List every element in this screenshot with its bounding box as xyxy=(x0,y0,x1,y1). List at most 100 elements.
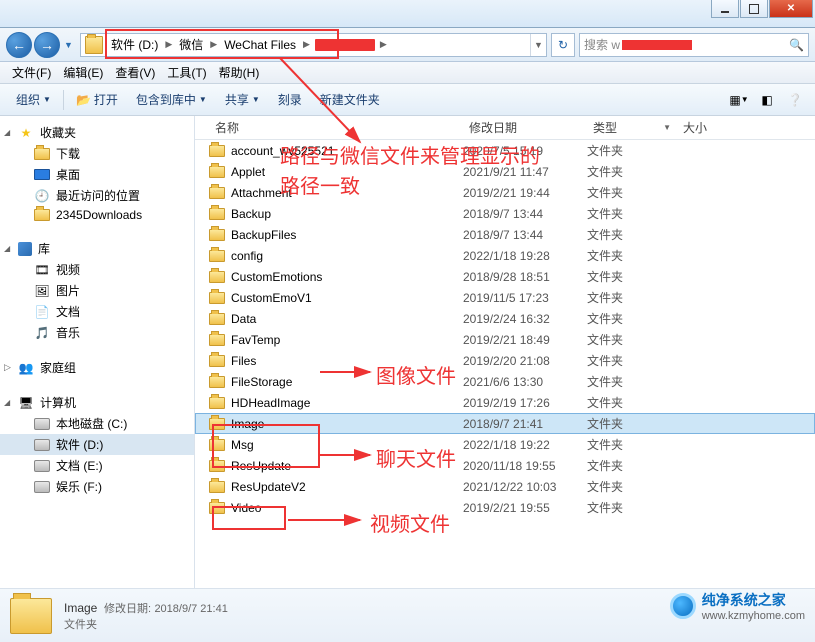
file-date: 2018/9/7 13:44 xyxy=(463,207,587,221)
nav-documents[interactable]: 📄文档 xyxy=(0,301,194,322)
file-date: 2021/12/22 10:03 xyxy=(463,480,587,494)
file-row[interactable]: ResUpdateV22021/12/22 10:03文件夹 xyxy=(195,476,815,497)
file-date: 2019/2/21 19:44 xyxy=(463,186,587,200)
details-name: Image xyxy=(64,601,97,615)
file-row[interactable]: Files2019/2/20 21:08文件夹 xyxy=(195,350,815,371)
star-icon: ★ xyxy=(18,125,34,141)
file-row[interactable]: Image2018/9/7 21:41文件夹 xyxy=(195,413,815,434)
column-date[interactable]: 修改日期 xyxy=(463,119,587,136)
menu-file[interactable]: 文件(F) xyxy=(6,64,57,81)
file-row[interactable]: Video2019/2/21 19:55文件夹 xyxy=(195,497,815,518)
nav-downloads[interactable]: 下载 xyxy=(0,143,194,164)
back-button[interactable]: ← xyxy=(6,32,32,58)
folder-icon xyxy=(209,460,225,472)
file-name: Data xyxy=(231,312,256,326)
help-button[interactable]: ❔ xyxy=(783,89,807,111)
close-button[interactable] xyxy=(769,0,813,18)
nav-pictures[interactable]: 🖼图片 xyxy=(0,280,194,301)
history-dropdown[interactable]: ▼ xyxy=(62,40,76,50)
menu-tools[interactable]: 工具(T) xyxy=(161,64,212,81)
disk-icon xyxy=(34,481,50,493)
burn-button[interactable]: 刻录 xyxy=(270,88,310,112)
file-row[interactable]: Backup2018/9/7 13:44文件夹 xyxy=(195,203,815,224)
file-row[interactable]: Data2019/2/24 16:32文件夹 xyxy=(195,308,815,329)
file-date: 2022/1/18 19:22 xyxy=(463,438,587,452)
file-date: 2020/11/18 19:55 xyxy=(463,459,587,473)
redacted-text xyxy=(622,40,692,50)
nav-desktop[interactable]: 桌面 xyxy=(0,164,194,185)
nav-drive-e[interactable]: 文档 (E:) xyxy=(0,455,194,476)
navigation-pane[interactable]: ★收藏夹 下载 桌面 🕘最近访问的位置 2345Downloads 库 🎞视频 … xyxy=(0,116,195,588)
file-row[interactable]: FileStorage2021/6/6 13:30文件夹 xyxy=(195,371,815,392)
file-name: Files xyxy=(231,354,256,368)
nav-drive-c[interactable]: 本地磁盘 (C:) xyxy=(0,413,194,434)
watermark-logo xyxy=(670,593,696,619)
picture-icon: 🖼 xyxy=(34,283,50,299)
details-text: Image 修改日期: 2018/9/7 21:41 文件夹 xyxy=(64,600,228,632)
file-row[interactable]: FavTemp2019/2/21 18:49文件夹 xyxy=(195,329,815,350)
breadcrumb-item[interactable]: 微信 xyxy=(175,34,207,56)
file-name: Msg xyxy=(231,438,254,452)
address-dropdown[interactable]: ▼ xyxy=(530,34,546,56)
file-type: 文件夹 xyxy=(587,184,677,201)
nav-music[interactable]: 🎵音乐 xyxy=(0,322,194,343)
folder-icon-large xyxy=(10,598,52,634)
nav-drive-f[interactable]: 娱乐 (F:) xyxy=(0,476,194,497)
nav-2345downloads[interactable]: 2345Downloads xyxy=(0,206,194,224)
file-type: 文件夹 xyxy=(587,457,677,474)
folder-icon xyxy=(209,166,225,178)
file-type: 文件夹 xyxy=(587,226,677,243)
nav-favorites-header[interactable]: ★收藏夹 xyxy=(0,122,194,143)
new-folder-button[interactable]: 新建文件夹 xyxy=(312,88,388,112)
chevron-right-icon[interactable]: ▶ xyxy=(300,39,313,50)
chevron-right-icon[interactable]: ▶ xyxy=(207,39,220,50)
watermark: 纯净系统之家 www.kzmyhome.com xyxy=(670,590,805,622)
breadcrumb-bar[interactable]: 软件 (D:)▶ 微信▶ WeChat Files▶ ▶ ▼ xyxy=(80,33,547,57)
file-row[interactable]: CustomEmotions2018/9/28 18:51文件夹 xyxy=(195,266,815,287)
address-bar-row: ← → ▼ 软件 (D:)▶ 微信▶ WeChat Files▶ ▶ ▼ ↻ 搜… xyxy=(0,28,815,62)
minimize-button[interactable] xyxy=(711,0,739,18)
column-size[interactable]: 大小 xyxy=(677,119,737,136)
maximize-button[interactable] xyxy=(740,0,768,18)
nav-recent[interactable]: 🕘最近访问的位置 xyxy=(0,185,194,206)
chevron-right-icon[interactable]: ▶ xyxy=(162,39,175,50)
include-library-button[interactable]: 包含到库中▼ xyxy=(128,88,215,112)
search-icon: 🔍 xyxy=(789,38,804,52)
view-options-button[interactable]: ▦ ▼ xyxy=(727,89,751,111)
share-button[interactable]: 共享▼ xyxy=(217,88,268,112)
organize-button[interactable]: 组织▼ xyxy=(8,88,59,112)
file-date: 2019/2/24 16:32 xyxy=(463,312,587,326)
file-row[interactable]: BackupFiles2018/9/7 13:44文件夹 xyxy=(195,224,815,245)
nav-videos[interactable]: 🎞视频 xyxy=(0,259,194,280)
details-date-label: 修改日期: xyxy=(104,603,151,615)
preview-pane-button[interactable]: ◧ xyxy=(755,89,779,111)
nav-drive-d[interactable]: 软件 (D:) xyxy=(0,434,194,455)
file-row[interactable]: Msg2022/1/18 19:22文件夹 xyxy=(195,434,815,455)
file-name: ResUpdate xyxy=(231,459,291,473)
breadcrumb-item[interactable]: 软件 (D:) xyxy=(107,34,162,56)
window-titlebar xyxy=(0,0,815,28)
column-type[interactable]: 类型▼ xyxy=(587,119,677,136)
chevron-right-icon[interactable]: ▶ xyxy=(377,39,390,50)
file-row[interactable]: config2022/1/18 19:28文件夹 xyxy=(195,245,815,266)
nav-homegroup-header[interactable]: 👥家庭组 xyxy=(0,357,194,378)
nav-libraries-header[interactable]: 库 xyxy=(0,238,194,259)
file-row[interactable]: CustomEmoV12019/11/5 17:23文件夹 xyxy=(195,287,815,308)
menu-help[interactable]: 帮助(H) xyxy=(213,64,266,81)
menu-view[interactable]: 查看(V) xyxy=(109,64,161,81)
nav-computer-header[interactable]: 🖥计算机 xyxy=(0,392,194,413)
details-type: 文件夹 xyxy=(64,616,228,632)
refresh-button[interactable]: ↻ xyxy=(551,33,575,57)
search-input[interactable]: 搜索 w 🔍 xyxy=(579,33,809,57)
folder-icon xyxy=(209,418,225,430)
file-type: 文件夹 xyxy=(587,142,677,159)
breadcrumb-item[interactable]: WeChat Files xyxy=(220,34,300,56)
file-name: Video xyxy=(231,501,261,515)
file-name: CustomEmoV1 xyxy=(231,291,312,305)
file-row[interactable]: ResUpdate 2020/11/18 19:55文件夹 xyxy=(195,455,815,476)
menu-edit[interactable]: 编辑(E) xyxy=(57,64,109,81)
file-row[interactable]: HDHeadImage2019/2/19 17:26文件夹 xyxy=(195,392,815,413)
column-name[interactable]: 名称 xyxy=(209,119,463,136)
open-button[interactable]: 📂打开 xyxy=(68,88,126,112)
forward-button[interactable]: → xyxy=(34,32,60,58)
